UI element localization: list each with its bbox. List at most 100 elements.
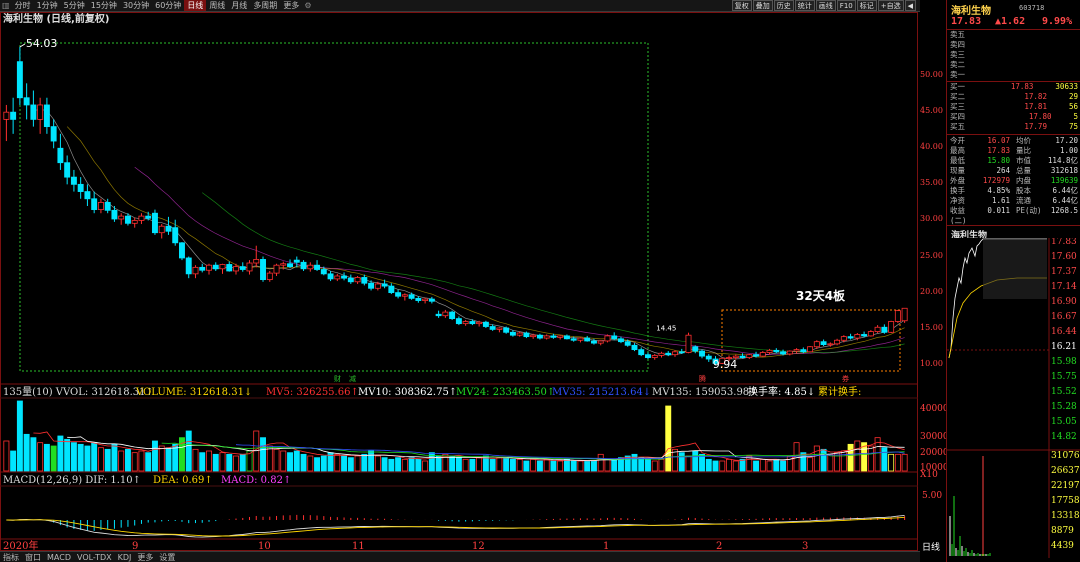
volume-bar: [685, 455, 692, 472]
toolbar-right-buttons: 复权 叠加 历史 统计 画线 F10 标记 +自选 ◀: [731, 0, 916, 11]
candle-body: [314, 264, 321, 270]
candle: [361, 274, 368, 286]
toolbar-button-6[interactable]: 标记: [856, 0, 877, 11]
candle: [239, 262, 246, 272]
intraday-price-tick: 15.98: [1051, 357, 1077, 367]
event-mark: 财: [334, 374, 341, 383]
toolbar-button-4[interactable]: 画线: [815, 0, 836, 11]
indicator-tab-2[interactable]: MACD: [44, 553, 74, 562]
volume-bar: [50, 445, 57, 472]
volume-bar: [557, 460, 564, 472]
candle-body: [388, 285, 395, 294]
indicator-tab-5[interactable]: 更多: [134, 552, 156, 562]
stat-label: 最低: [950, 156, 965, 165]
period-tab-2[interactable]: 5分钟: [61, 0, 88, 11]
period-tab-4[interactable]: 30分钟: [120, 0, 152, 11]
indicator-tab-4[interactable]: KDJ: [115, 553, 135, 562]
candle-body: [395, 292, 402, 297]
candle: [557, 335, 564, 340]
candle: [43, 97, 50, 134]
period-tab-7[interactable]: 周线: [206, 0, 228, 11]
stat-value: 1.00: [1059, 146, 1078, 155]
toolbar-button-2[interactable]: 历史: [773, 0, 794, 11]
stat-label: 今开: [950, 136, 965, 145]
candle: [347, 274, 354, 284]
indicator-tab-0[interactable]: 指标: [0, 552, 22, 562]
candle-body: [327, 273, 334, 280]
volume-bar: [462, 458, 469, 472]
candle: [23, 83, 30, 120]
candle-body: [179, 242, 185, 259]
x-axis-label: 10: [258, 541, 271, 551]
candle: [455, 316, 462, 326]
candle: [449, 310, 456, 321]
candle-body: [422, 298, 429, 301]
toolbar-button-7[interactable]: +自选: [877, 0, 904, 11]
indicator-tab-6[interactable]: 设置: [156, 552, 178, 562]
period-tab-6[interactable]: 日线: [184, 0, 207, 11]
settings-icon[interactable]: ⚙: [302, 1, 313, 10]
price-change: ▲1.62: [995, 16, 1026, 27]
candle-body: [300, 261, 307, 270]
x-axis-label: 12: [472, 541, 485, 551]
candle: [354, 276, 361, 284]
volume-bar: [536, 460, 543, 472]
volume-bar: [678, 452, 685, 472]
candle-body: [496, 327, 503, 330]
candle: [651, 353, 658, 360]
period-tab-0[interactable]: 分时: [12, 0, 34, 11]
stat-label: 股本: [1016, 186, 1031, 195]
stat-label: 最高: [950, 146, 965, 155]
ask-row: 卖五: [950, 30, 1078, 40]
candle-body: [192, 266, 199, 275]
toolbar-button-3[interactable]: 统计: [794, 0, 815, 11]
indicator-tab-3[interactable]: VOL-TDX: [74, 553, 115, 562]
candle-body: [611, 335, 618, 340]
volume-bar: [138, 450, 145, 472]
candle-body: [104, 201, 111, 211]
volume-bar: [91, 442, 98, 472]
candle: [597, 340, 604, 346]
intraday-price-tick: 17.83: [1051, 238, 1077, 247]
period-tab-5[interactable]: 60分钟: [152, 0, 184, 11]
stat-value: 0.011: [987, 206, 1010, 215]
period-tab-10[interactable]: 更多: [280, 0, 302, 11]
period-tab-3[interactable]: 15分钟: [88, 0, 120, 11]
chart-mode-icon[interactable]: ▥: [0, 1, 12, 10]
volume-indicator-1: VOLUME: 312618.31↓: [135, 387, 252, 398]
candle: [658, 351, 665, 358]
volume-bar: [16, 400, 23, 472]
candle-body: [442, 311, 449, 317]
candle-body: [381, 283, 388, 287]
candle: [37, 97, 44, 134]
candle-body: [428, 298, 435, 302]
volume-bar: [124, 448, 131, 472]
stat-value: 312618: [1050, 166, 1078, 175]
period-tab-9[interactable]: 多周期: [250, 0, 280, 11]
volume-bar: [388, 458, 395, 472]
volume-bar: [151, 440, 158, 472]
candle-body: [401, 294, 408, 297]
candle-body: [563, 335, 570, 340]
indicator-tab-1[interactable]: 窗口: [22, 552, 44, 562]
toolbar-button-8[interactable]: ◀: [904, 0, 916, 11]
candle-body: [840, 336, 847, 341]
stat-value: 6.44亿: [1052, 186, 1078, 195]
ma-line-30: [201, 192, 905, 353]
intraday-price-tick: 15.52: [1051, 387, 1077, 397]
candle-body: [861, 334, 868, 337]
candle: [408, 292, 415, 300]
ask-row: 卖三: [950, 50, 1078, 60]
candle: [739, 353, 746, 359]
candle: [705, 353, 712, 362]
candle: [10, 97, 17, 134]
stock-code: 603718: [1019, 4, 1045, 12]
candle: [888, 320, 895, 334]
toolbar-button-0[interactable]: 复权: [731, 0, 752, 11]
period-tab-1[interactable]: 1分钟: [34, 0, 61, 11]
toolbar-button-5[interactable]: F10: [836, 0, 856, 11]
candle: [206, 263, 212, 275]
period-tab-8[interactable]: 月线: [228, 0, 250, 11]
toolbar-button-1[interactable]: 叠加: [752, 0, 773, 11]
candle-body: [827, 343, 834, 346]
